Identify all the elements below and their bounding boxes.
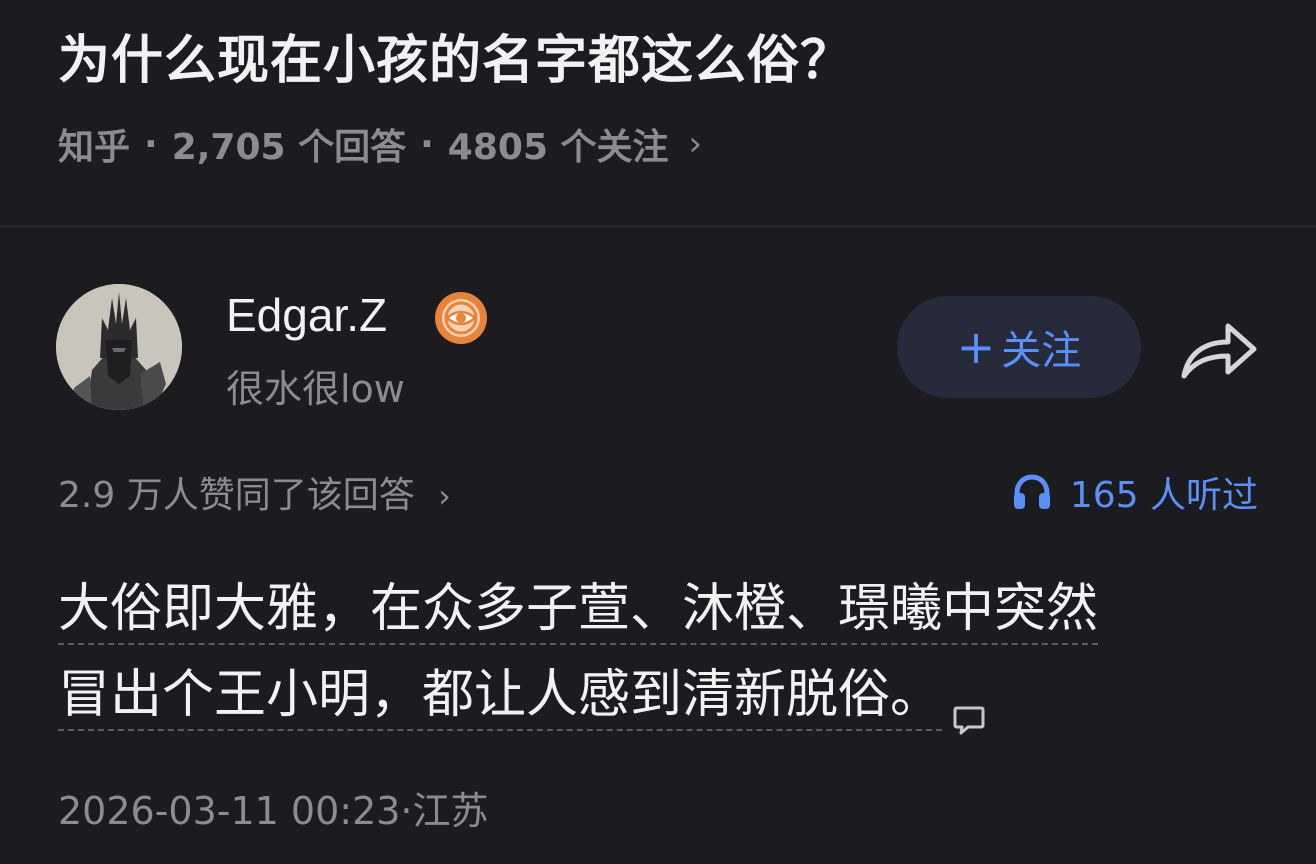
listen-stat[interactable]: 165 人听过: [1012, 466, 1258, 518]
separator-dot: ·: [420, 123, 434, 165]
share-arrow-icon: [1181, 323, 1257, 379]
plus-icon: +: [956, 320, 996, 374]
likes-link[interactable]: 2.9 万人赞同了该回答 ›: [58, 466, 451, 518]
answer-text: 大俗即大雅，在众多子萱、沐橙、璟曦中突然: [58, 579, 1099, 645]
avatar[interactable]: [56, 284, 182, 410]
answers-count: 2,705 个回答: [171, 127, 407, 168]
share-button[interactable]: [1178, 316, 1260, 382]
site-name: 知乎: [58, 127, 131, 168]
author-name[interactable]: Edgar.Z: [226, 288, 387, 342]
helmet-avatar-icon: [56, 284, 182, 410]
followers-count: 4805 个关注: [447, 127, 669, 168]
headphones-icon: [1013, 474, 1050, 509]
answer-line: 冒出个王小明，都让人感到清新脱俗。: [58, 652, 1258, 738]
follow-label: 关注: [1001, 328, 1082, 374]
follow-button[interactable]: + 关注: [897, 296, 1141, 398]
verified-badge-icon: [433, 290, 489, 346]
comment-bubble-icon[interactable]: [952, 677, 986, 735]
author-bio: 很水很low: [226, 367, 405, 411]
answer-line: 大俗即大雅，在众多子萱、沐橙、璟曦中突然: [58, 566, 1258, 652]
chevron-right-icon: ›: [438, 477, 451, 515]
answer-text: 冒出个王小明，都让人感到清新脱俗。: [58, 665, 943, 731]
answer-content[interactable]: 大俗即大雅，在众多子萱、沐橙、璟曦中突然 冒出个王小明，都让人感到清新脱俗。: [58, 566, 1258, 738]
question-meta[interactable]: 知乎 · 2,705 个回答 · 4805 个关注 ›: [58, 118, 702, 170]
section-divider: [0, 226, 1316, 227]
separator-dot: ·: [144, 123, 158, 165]
likes-count: 2.9 万人赞同了该回答: [58, 475, 415, 516]
listen-count: 165 人听过: [1069, 475, 1258, 516]
question-title[interactable]: 为什么现在小孩的名字都这么俗？: [58, 18, 853, 93]
chevron-right-icon: ›: [688, 124, 703, 164]
answer-timestamp: 2026-03-11 00:23·江苏: [58, 789, 489, 833]
